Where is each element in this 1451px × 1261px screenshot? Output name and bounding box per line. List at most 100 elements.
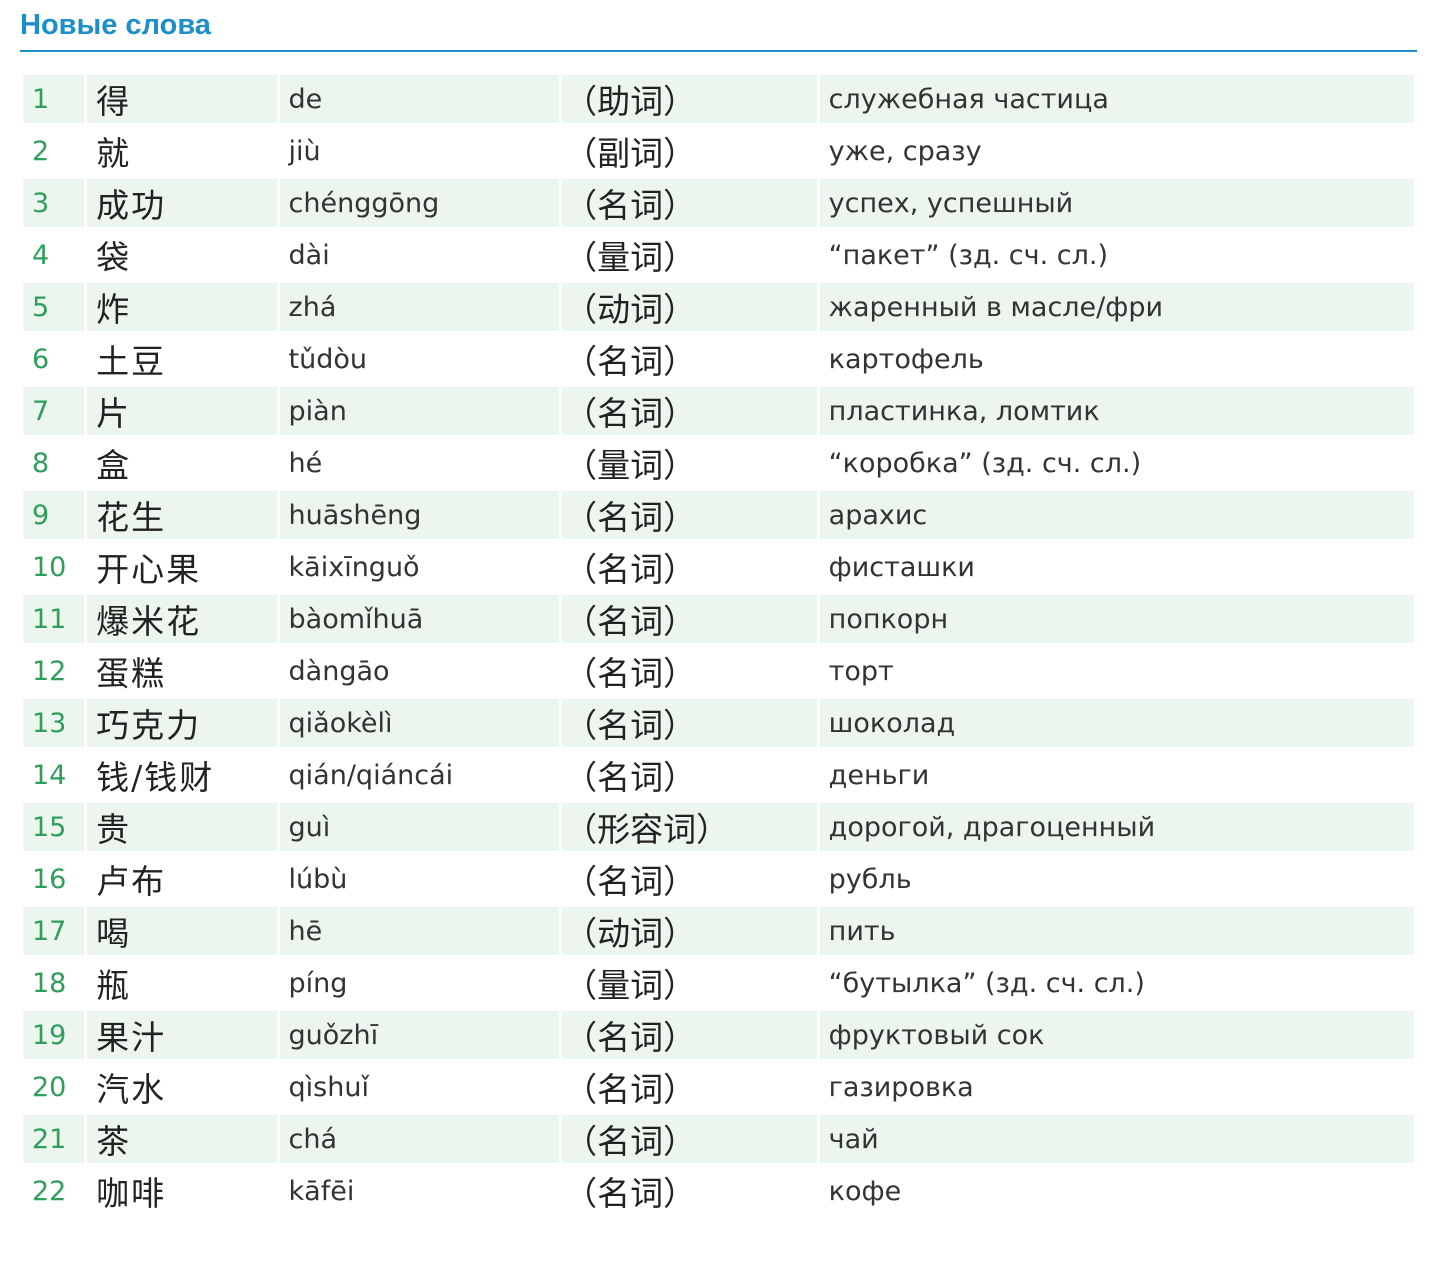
- word-pinyin: jiù: [288, 135, 321, 167]
- word-pinyin: chénggōng: [279, 179, 560, 227]
- vocabulary-row: 16 卢布 lúbù （名词） рубль: [23, 855, 1414, 903]
- vocabulary-row: 22 咖啡 kāfēi （名词） кофе: [23, 1167, 1414, 1215]
- word-hanzi: 开心果: [96, 550, 202, 589]
- word-number: 21: [23, 1115, 85, 1163]
- word-hanzi: 袋: [96, 238, 132, 277]
- word-pinyin: de: [279, 75, 560, 123]
- word-pinyin: piàn: [279, 387, 560, 435]
- word-pinyin: qìshuǐ: [288, 1071, 369, 1103]
- word-pinyin: chá: [279, 1115, 560, 1163]
- word-part-of-speech: （名词）: [562, 1011, 817, 1059]
- word-part-of-speech: （名词）: [564, 1174, 697, 1213]
- word-translation: арахис: [819, 491, 1414, 539]
- word-number: 20: [32, 1071, 67, 1103]
- word-part-of-speech: （副词）: [564, 134, 697, 173]
- word-part-of-speech: （名词）: [564, 758, 697, 797]
- word-hanzi: 卢布: [96, 862, 167, 901]
- word-number: 4: [32, 239, 50, 271]
- word-number: 14: [32, 759, 67, 791]
- word-hanzi: 咖啡: [96, 1174, 167, 1213]
- vocabulary-row: 10 开心果 kāixīnguǒ （名词） фисташки: [23, 543, 1414, 591]
- word-translation: дорогой, драгоценный: [819, 803, 1414, 851]
- word-number: 6: [32, 343, 50, 375]
- word-number: 22: [32, 1175, 67, 1207]
- word-pinyin: bàomǐhuā: [279, 595, 560, 643]
- word-translation: фруктовый сок: [819, 1011, 1414, 1059]
- word-number: 11: [23, 595, 85, 643]
- vocabulary-row: 17 喝 hē （动词） пить: [23, 907, 1414, 955]
- word-translation: рубль: [828, 863, 912, 895]
- word-number: 3: [23, 179, 85, 227]
- word-pinyin: zhá: [279, 283, 560, 331]
- word-part-of-speech: （名词）: [564, 862, 697, 901]
- word-number: 15: [23, 803, 85, 851]
- word-pinyin: guǒzhī: [279, 1011, 560, 1059]
- vocabulary-row: 1 得 de （助词） служебная частица: [23, 75, 1414, 123]
- word-part-of-speech: （名词）: [562, 1115, 817, 1163]
- vocabulary-row: 7 片 piàn （名词） пластинка, ломтик: [23, 387, 1414, 435]
- vocabulary-table-body: 1 得 de （助词） служебная частица 2 就 jiù （副词） уже, с…: [23, 75, 1414, 1215]
- vocabulary-row: 21 茶 chá （名词） чай: [23, 1115, 1414, 1163]
- word-translation: чай: [819, 1115, 1414, 1163]
- word-pinyin: dài: [288, 239, 330, 271]
- vocabulary-row: 4 袋 dài （量词） “пакет” (зд. сч. сл.): [23, 231, 1414, 279]
- vocabulary-row: 6 土豆 tǔdòu （名词） картофель: [23, 335, 1414, 383]
- word-part-of-speech: （名词）: [564, 654, 697, 693]
- word-hanzi: 成功: [87, 179, 277, 227]
- word-hanzi: 片: [87, 387, 277, 435]
- title-divider: [20, 50, 1417, 52]
- word-translation: “бутылка” (зд. сч. сл.): [828, 967, 1145, 999]
- word-pinyin: lúbù: [288, 863, 348, 895]
- word-pinyin: tǔdòu: [288, 343, 367, 375]
- vocabulary-row: 19 果汁 guǒzhī （名词） фруктовый сок: [23, 1011, 1414, 1059]
- word-translation: успех, успешный: [819, 179, 1414, 227]
- vocabulary-table: 1 得 de （助词） служебная частица 2 就 jiù （副词） уже, с…: [20, 71, 1417, 1219]
- word-hanzi: 巧克力: [87, 699, 277, 747]
- vocabulary-row: 12 蛋糕 dàngāo （名词） торт: [23, 647, 1414, 695]
- word-translation: пластинка, ломтик: [819, 387, 1414, 435]
- page-title: Новые слова: [20, 9, 211, 41]
- word-number: 16: [32, 863, 67, 895]
- word-hanzi: 喝: [87, 907, 277, 955]
- word-translation: попкорн: [819, 595, 1414, 643]
- word-pinyin: dàngāo: [288, 655, 390, 687]
- vocabulary-row: 2 就 jiù （副词） уже, сразу: [23, 127, 1414, 175]
- word-hanzi: 炸: [87, 283, 277, 331]
- word-number: 19: [23, 1011, 85, 1059]
- word-number: 7: [23, 387, 85, 435]
- word-part-of-speech: （动词）: [562, 283, 817, 331]
- word-part-of-speech: （名词）: [562, 387, 817, 435]
- vocabulary-row: 18 瓶 píng （量词） “бутылка” (зд. сч. сл.): [23, 959, 1414, 1007]
- word-number: 8: [32, 447, 50, 479]
- word-hanzi: 花生: [87, 491, 277, 539]
- word-hanzi: 果汁: [87, 1011, 277, 1059]
- vocabulary-row: 14 钱/钱财 qián/qiáncái （名词） деньги: [23, 751, 1414, 799]
- word-pinyin: hē: [279, 907, 560, 955]
- word-hanzi: 得: [87, 75, 277, 123]
- word-number: 1: [23, 75, 85, 123]
- word-translation: служебная частица: [819, 75, 1414, 123]
- word-number: 9: [23, 491, 85, 539]
- word-number: 10: [32, 551, 67, 583]
- vocabulary-row: 15 贵 guì （形容词） дорогой, драгоценный: [23, 803, 1414, 851]
- word-hanzi: 茶: [87, 1115, 277, 1163]
- word-translation: торт: [828, 655, 894, 687]
- word-hanzi: 就: [96, 134, 132, 173]
- word-pinyin: qián/qiáncái: [288, 759, 454, 791]
- word-translation: картофель: [828, 343, 984, 375]
- word-hanzi: 汽水: [96, 1070, 167, 1109]
- word-part-of-speech: （名词）: [562, 595, 817, 643]
- word-pinyin: guì: [279, 803, 560, 851]
- word-translation: “пакет” (зд. сч. сл.): [828, 239, 1108, 271]
- word-number: 2: [32, 135, 50, 167]
- word-pinyin: hé: [288, 447, 323, 479]
- word-translation: жаренный в масле/фри: [819, 283, 1414, 331]
- word-hanzi: 土豆: [96, 342, 167, 381]
- word-translation: кофе: [828, 1175, 902, 1207]
- word-number: 5: [23, 283, 85, 331]
- word-translation: фисташки: [828, 551, 975, 583]
- word-pinyin: píng: [288, 967, 348, 999]
- word-translation: шоколад: [819, 699, 1414, 747]
- word-number: 13: [23, 699, 85, 747]
- word-number: 17: [23, 907, 85, 955]
